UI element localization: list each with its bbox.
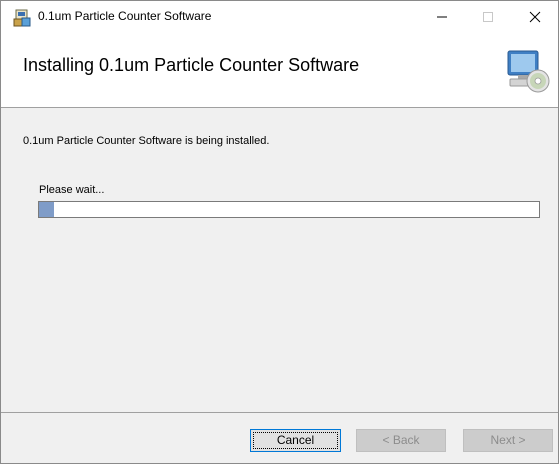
footer-divider xyxy=(1,412,558,413)
installer-window: 0.1um Particle Counter Software Installi… xyxy=(0,0,559,464)
close-button[interactable] xyxy=(512,1,558,33)
progress-fill xyxy=(39,202,54,217)
close-icon xyxy=(529,11,541,23)
computer-disc-icon xyxy=(506,47,550,95)
window-title: 0.1um Particle Counter Software xyxy=(38,9,212,23)
maximize-icon xyxy=(483,12,493,22)
header-banner: Installing 0.1um Particle Counter Softwa… xyxy=(1,33,558,108)
back-button: < Back xyxy=(356,429,446,452)
please-wait-label: Please wait... xyxy=(39,184,105,196)
next-button: Next > xyxy=(463,429,553,452)
cancel-button[interactable]: Cancel xyxy=(250,429,341,452)
cancel-button-label: Cancel xyxy=(253,432,338,449)
maximize-button xyxy=(465,1,511,33)
installer-package-icon xyxy=(13,9,31,27)
title-bar[interactable]: 0.1um Particle Counter Software xyxy=(1,1,558,33)
minimize-icon xyxy=(437,16,447,18)
install-progress-bar xyxy=(38,201,540,218)
install-status-text: 0.1um Particle Counter Software is being… xyxy=(23,135,270,147)
banner-title: Installing 0.1um Particle Counter Softwa… xyxy=(23,55,360,75)
minimize-button[interactable] xyxy=(419,1,465,33)
